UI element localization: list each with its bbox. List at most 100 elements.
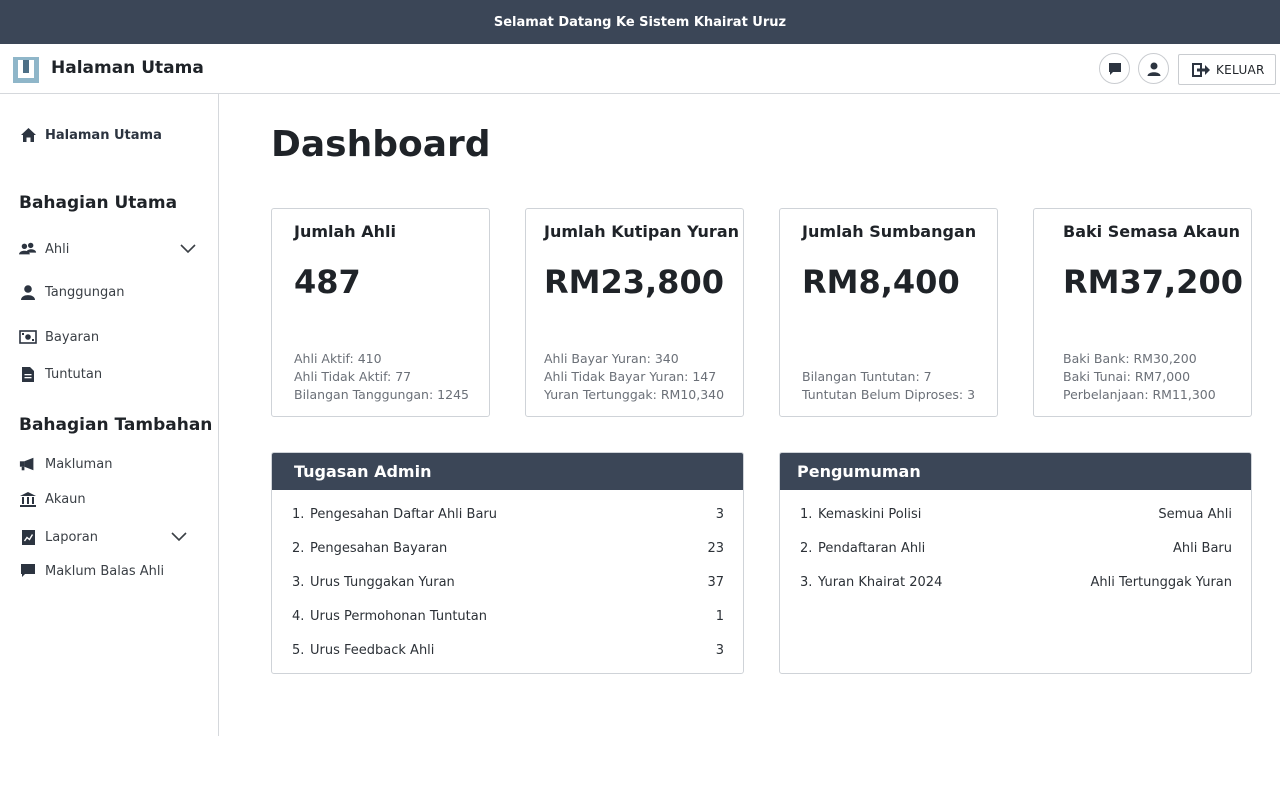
card-title: Jumlah Sumbangan xyxy=(802,222,977,241)
list-item-label: Urus Permohonan Tuntutan xyxy=(310,608,487,624)
card-detail: Bilangan Tuntutan: 7 xyxy=(802,369,932,384)
sidebar: Halaman Utama Bahagian Utama Ahli Tanggu… xyxy=(0,94,219,736)
sidebar-item-label: Ahli xyxy=(45,241,70,257)
card-detail: Ahli Aktif: 410 xyxy=(294,351,382,366)
card-title: Baki Semasa Akaun xyxy=(1063,222,1241,241)
sidebar-item-laporan[interactable]: Laporan xyxy=(19,526,98,548)
stat-card-balance: Baki Semasa Akaun RM37,200 Baki Bank: RM… xyxy=(1033,208,1252,417)
list-item-number: 3. xyxy=(292,574,305,590)
logo-icon xyxy=(13,57,39,83)
list-item-count: 37 xyxy=(707,574,724,590)
sidebar-item-akaun[interactable]: Akaun xyxy=(19,488,86,510)
report-icon xyxy=(19,528,37,546)
section-title-main: Bahagian Utama xyxy=(19,193,178,213)
list-item-audience: Ahli Tertunggak Yuran xyxy=(1090,574,1232,590)
list-item[interactable]: 4. Urus Permohonan Tuntutan 1 xyxy=(292,606,724,626)
list-item-number: 2. xyxy=(800,540,813,556)
logout-button[interactable]: KELUAR xyxy=(1178,54,1276,85)
list-item-number: 1. xyxy=(292,506,305,522)
money-icon xyxy=(19,328,37,346)
list-item-count: 3 xyxy=(715,642,724,658)
sidebar-item-label: Laporan xyxy=(45,529,98,545)
sidebar-item-tuntutan[interactable]: Tuntutan xyxy=(19,363,102,385)
card-value: RM8,400 xyxy=(802,263,960,301)
card-title: Jumlah Ahli xyxy=(294,222,396,241)
card-detail: Ahli Bayar Yuran: 340 xyxy=(544,351,679,366)
section-title-extra: Bahagian Tambahan xyxy=(19,415,213,435)
user-icon xyxy=(1147,62,1160,76)
list-item[interactable]: 2. Pendaftaran Ahli Ahli Baru xyxy=(800,538,1232,558)
list-item[interactable]: 5. Urus Feedback Ahli 3 xyxy=(292,640,724,660)
sidebar-item-label: Tuntutan xyxy=(45,366,103,382)
list-item-number: 5. xyxy=(292,642,305,658)
list-item[interactable]: 2. Pengesahan Bayaran 23 xyxy=(292,538,724,558)
messages-button[interactable] xyxy=(1099,53,1130,84)
list-item-audience: Semua Ahli xyxy=(1158,506,1232,522)
header-title: Halaman Utama xyxy=(51,58,204,78)
list-item-number: 1. xyxy=(800,506,813,522)
sidebar-item-label: Halaman Utama xyxy=(45,127,162,143)
logout-label: KELUAR xyxy=(1216,62,1265,77)
bank-icon xyxy=(19,490,37,508)
list-item-label: Urus Tunggakan Yuran xyxy=(310,574,455,590)
list-item-number: 4. xyxy=(292,608,305,624)
card-detail: Tuntutan Belum Diproses: 3 xyxy=(802,387,976,402)
list-item-label: Pengesahan Daftar Ahli Baru xyxy=(310,506,498,522)
card-detail: Baki Bank: RM30,200 xyxy=(1063,351,1197,366)
card-value: 487 xyxy=(294,263,361,301)
card-value: RM37,200 xyxy=(1063,263,1243,301)
card-detail: Baki Tunai: RM7,000 xyxy=(1063,369,1191,384)
list-item-count: 1 xyxy=(715,608,724,624)
panel-header: Pengumuman xyxy=(780,453,1251,490)
list-item[interactable]: 1. Pengesahan Daftar Ahli Baru 3 xyxy=(292,504,724,524)
list-item-label: Urus Feedback Ahli xyxy=(310,642,435,658)
users-icon xyxy=(19,240,37,258)
card-details: Ahli Bayar Yuran: 340 Ahli Tidak Bayar Y… xyxy=(544,350,724,404)
chat-icon xyxy=(1108,62,1121,75)
stat-card-donations: Jumlah Sumbangan RM8,400 Bilangan Tuntut… xyxy=(779,208,998,417)
sidebar-item-label: Maklum Balas Ahli xyxy=(45,563,165,579)
card-value: RM23,800 xyxy=(544,263,724,301)
sidebar-item-home[interactable]: Halaman Utama xyxy=(19,124,162,146)
sidebar-item-label: Bayaran xyxy=(45,329,100,345)
profile-button[interactable] xyxy=(1138,53,1169,84)
list-item-label: Pendaftaran Ahli xyxy=(818,540,926,556)
list-item-label: Kemaskini Polisi xyxy=(818,506,922,522)
welcome-text: Selamat Datang Ke Sistem Khairat Uruz xyxy=(493,14,787,30)
list-item-count: 3 xyxy=(715,506,724,522)
sidebar-item-maklum-balas[interactable]: Maklum Balas Ahli xyxy=(19,560,164,582)
sidebar-item-label: Makluman xyxy=(45,456,113,472)
app-header: Halaman Utama KELUAR xyxy=(0,44,1280,94)
sidebar-item-tanggungan[interactable]: Tanggungan xyxy=(19,281,124,303)
sidebar-item-bayaran[interactable]: Bayaran xyxy=(19,326,99,348)
chat-icon xyxy=(19,562,37,580)
list-item-number: 2. xyxy=(292,540,305,556)
chevron-down-icon[interactable] xyxy=(171,532,187,542)
card-detail: Ahli Tidak Bayar Yuran: 147 xyxy=(544,369,717,384)
list-item-audience: Ahli Baru xyxy=(1173,540,1232,556)
card-detail: Ahli Tidak Aktif: 77 xyxy=(294,369,412,384)
sidebar-item-label: Akaun xyxy=(45,491,86,507)
user-icon xyxy=(19,283,37,301)
document-icon xyxy=(19,365,37,383)
chevron-down-icon[interactable] xyxy=(180,244,196,254)
welcome-bar: Selamat Datang Ke Sistem Khairat Uruz xyxy=(0,0,1280,44)
sidebar-item-makluman[interactable]: Makluman xyxy=(19,453,112,475)
list-item-count: 23 xyxy=(707,540,724,556)
card-details: Ahli Aktif: 410 Ahli Tidak Aktif: 77 Bil… xyxy=(294,350,469,404)
home-icon xyxy=(19,126,37,144)
card-detail: Yuran Tertunggak: RM10,340 xyxy=(544,387,725,402)
card-details: Bilangan Tuntutan: 7 Tuntutan Belum Dipr… xyxy=(802,368,975,404)
logout-icon xyxy=(1192,62,1210,77)
stat-card-members: Jumlah Ahli 487 Ahli Aktif: 410 Ahli Tid… xyxy=(271,208,490,417)
list-item[interactable]: 3. Yuran Khairat 2024 Ahli Tertunggak Yu… xyxy=(800,572,1232,592)
sidebar-item-label: Tanggungan xyxy=(45,284,125,300)
list-item[interactable]: 3. Urus Tunggakan Yuran 37 xyxy=(292,572,724,592)
list-item-label: Pengesahan Bayaran xyxy=(310,540,448,556)
card-detail: Perbelanjaan: RM11,300 xyxy=(1063,387,1216,402)
sidebar-item-ahli[interactable]: Ahli xyxy=(19,238,69,260)
list-item-label: Yuran Khairat 2024 xyxy=(818,574,943,590)
card-details: Baki Bank: RM30,200 Baki Tunai: RM7,000 … xyxy=(1063,350,1216,404)
megaphone-icon xyxy=(19,455,37,473)
list-item[interactable]: 1. Kemaskini Polisi Semua Ahli xyxy=(800,504,1232,524)
